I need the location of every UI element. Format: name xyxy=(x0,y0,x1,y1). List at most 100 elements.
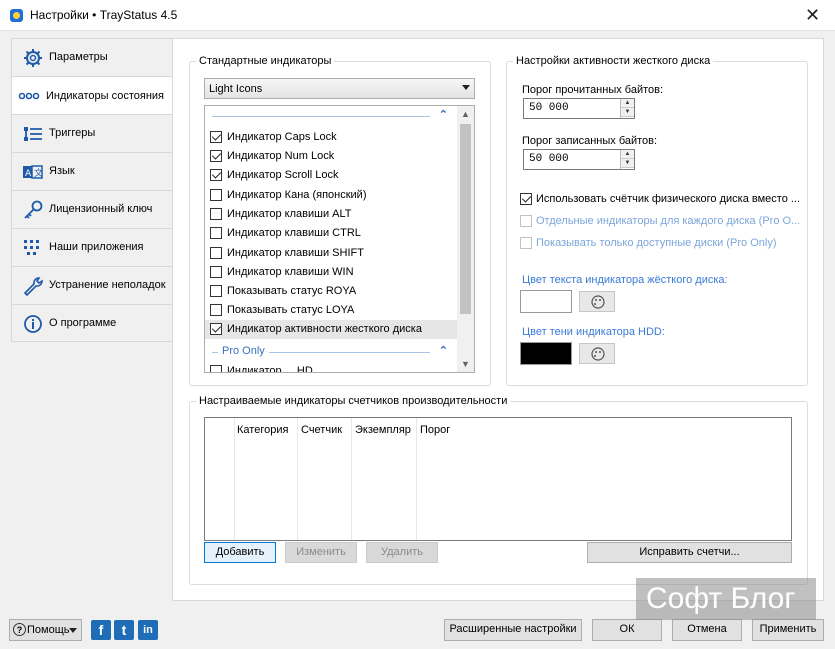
icon-theme-dropdown[interactable]: Light Icons xyxy=(204,78,475,99)
tab-troubleshooting[interactable]: Устранение неполадок xyxy=(11,266,173,304)
help-icon: ? xyxy=(13,623,26,636)
dropdown-value: Light Icons xyxy=(209,83,263,95)
read-threshold-input[interactable]: 50 000 ▲ ▼ xyxy=(523,98,635,119)
pro-group-header[interactable]: Pro Only ⌃ xyxy=(212,344,452,360)
tab-triggers[interactable]: Триггеры xyxy=(11,114,173,152)
spin-up-icon[interactable]: ▲ xyxy=(621,99,634,108)
edit-counter-button[interactable]: Изменить xyxy=(285,542,357,563)
list-group-header[interactable]: ⌃ xyxy=(212,108,452,124)
checkbox[interactable] xyxy=(210,266,222,278)
perf-counters-table[interactable]: Категория Счетчик Экземпляр Порог xyxy=(204,417,792,541)
tab-status-indicators[interactable]: Индикаторы состояния xyxy=(11,76,174,114)
list-item[interactable]: Индикатор ... HD xyxy=(205,362,458,373)
list-item[interactable]: Индикатор клавиши ALT xyxy=(205,205,458,224)
settings-panel: Стандартные индикаторы Light Icons ⌃ Инд… xyxy=(172,38,824,601)
item-label: Индикатор активности жесткого диска xyxy=(227,323,422,335)
checkbox[interactable] xyxy=(520,193,532,205)
column-header[interactable]: Экземпляр xyxy=(355,424,411,436)
checkbox-label: Отдельные индикаторы для каждого диска (… xyxy=(536,215,801,227)
fix-counters-button[interactable]: Исправить счетчи... xyxy=(587,542,792,563)
spin-down-icon[interactable]: ▼ xyxy=(621,159,634,168)
list-scrollbar[interactable]: ▲ ▼ xyxy=(457,106,474,372)
tab-about[interactable]: О программе xyxy=(11,304,173,342)
checkbox[interactable] xyxy=(210,365,222,372)
add-counter-button[interactable]: Добавить xyxy=(204,542,276,563)
help-button[interactable]: ? Помощь xyxy=(9,619,82,641)
tab-license-key[interactable]: Лицензионный ключ xyxy=(11,190,173,228)
palette-icon xyxy=(591,295,605,309)
item-label: Индикатор клавиши SHIFT xyxy=(227,247,364,259)
collapse-chevron-icon[interactable]: ⌃ xyxy=(439,344,448,357)
pro-group-label: Pro Only xyxy=(218,345,269,357)
checkbox-label: Показывать только доступные диски (Pro O… xyxy=(536,237,777,249)
linkedin-icon[interactable]: in xyxy=(138,620,158,640)
scroll-thumb[interactable] xyxy=(460,124,471,314)
collapse-chevron-icon[interactable]: ⌃ xyxy=(439,108,448,121)
spin-value: 50 000 xyxy=(529,102,569,114)
list-item[interactable]: Показывать статус ROYA xyxy=(205,282,458,301)
advanced-settings-button[interactable]: Расширенные настройки xyxy=(444,619,582,641)
help-label: Помощь xyxy=(27,624,70,636)
tab-our-apps[interactable]: Наши приложения xyxy=(11,228,173,266)
checkbox[interactable] xyxy=(210,189,222,201)
shadow-color-picker-button[interactable] xyxy=(579,343,615,364)
list-item[interactable]: Индикатор клавиши WIN xyxy=(205,263,458,282)
cancel-button[interactable]: Отмена xyxy=(672,619,742,641)
item-label: Индикатор клавиши ALT xyxy=(227,208,352,220)
spin-down-icon[interactable]: ▼ xyxy=(621,108,634,117)
spin-value: 50 000 xyxy=(529,153,569,165)
write-threshold-input[interactable]: 50 000 ▲ ▼ xyxy=(523,149,635,170)
spin-up-icon[interactable]: ▲ xyxy=(621,150,634,159)
tab-label: Лицензионный ключ xyxy=(49,203,153,215)
tab-label: О программе xyxy=(49,317,117,329)
checkbox[interactable] xyxy=(210,169,222,181)
apply-button[interactable]: Применить xyxy=(752,619,824,641)
column-divider xyxy=(351,418,352,540)
shadow-color-swatch[interactable] xyxy=(520,342,572,365)
checkbox[interactable] xyxy=(210,323,222,335)
scroll-up-icon[interactable]: ▲ xyxy=(457,106,474,122)
list-item[interactable]: Индикатор Caps Lock xyxy=(205,128,458,147)
list-icon xyxy=(24,127,42,141)
checkbox[interactable] xyxy=(210,304,222,316)
language-icon: A 文 xyxy=(23,165,43,179)
text-color-swatch[interactable] xyxy=(520,290,572,313)
item-label: Индикатор Num Lock xyxy=(227,150,335,162)
write-threshold-label: Порог записанных байтов: xyxy=(522,135,658,147)
list-item[interactable]: Индикатор активности жесткого диска xyxy=(205,320,458,339)
group-legend: Стандартные индикаторы xyxy=(199,55,332,67)
text-color-label: Цвет текста индикатора жёсткого диска: xyxy=(522,274,728,286)
spin-buttons[interactable]: ▲ ▼ xyxy=(620,150,634,169)
list-item[interactable]: Индикатор клавиши CTRL xyxy=(205,224,458,243)
group-legend: Настройки активности жесткого диска xyxy=(516,55,711,67)
checkbox[interactable] xyxy=(210,285,222,297)
list-item[interactable]: Индикатор Scroll Lock xyxy=(205,166,458,185)
ok-button[interactable]: ОК xyxy=(592,619,662,641)
facebook-icon[interactable]: f xyxy=(91,620,111,640)
checkbox[interactable] xyxy=(210,247,222,259)
list-item[interactable]: Индикатор Кана (японский) xyxy=(205,186,458,205)
column-header[interactable]: Категория xyxy=(237,424,288,436)
twitter-icon[interactable]: t xyxy=(114,620,134,640)
text-color-picker-button[interactable] xyxy=(579,291,615,312)
tab-language[interactable]: A 文 Язык xyxy=(11,152,173,190)
delete-counter-button[interactable]: Удалить xyxy=(366,542,438,563)
scroll-down-icon[interactable]: ▼ xyxy=(457,356,474,372)
checkbox[interactable] xyxy=(210,208,222,220)
checkbox[interactable] xyxy=(210,227,222,239)
column-header[interactable]: Порог xyxy=(420,424,450,436)
checkbox[interactable] xyxy=(520,215,532,227)
spin-buttons[interactable]: ▲ ▼ xyxy=(620,99,634,118)
list-item[interactable]: Показывать статус LOYA xyxy=(205,301,458,320)
close-button[interactable]: ✕ xyxy=(790,0,835,31)
checkbox[interactable] xyxy=(210,131,222,143)
list-item[interactable]: Индикатор клавиши SHIFT xyxy=(205,244,458,263)
apps-grid-icon xyxy=(24,240,39,255)
tab-parameters[interactable]: Параметры xyxy=(11,38,173,76)
list-item[interactable]: Индикатор Num Lock xyxy=(205,147,458,166)
checkbox[interactable] xyxy=(210,150,222,162)
item-label: Индикатор ... HD xyxy=(227,365,313,373)
indicator-list[interactable]: ⌃ Индикатор Caps Lock Индикатор Num Lock… xyxy=(204,105,475,373)
column-header[interactable]: Счетчик xyxy=(301,424,342,436)
checkbox[interactable] xyxy=(520,237,532,249)
